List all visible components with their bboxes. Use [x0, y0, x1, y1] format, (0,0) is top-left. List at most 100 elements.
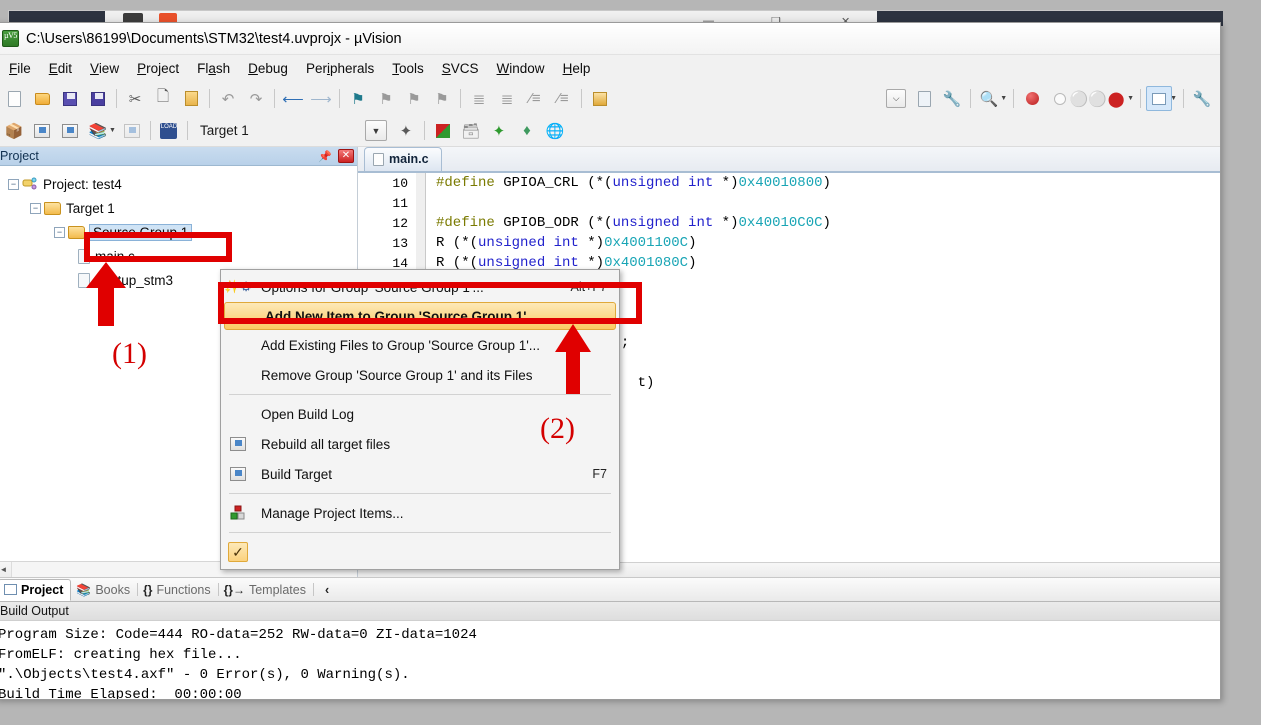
- target-selector[interactable]: Target 1 ▼: [200, 120, 387, 141]
- checkmark-icon: ✓: [225, 542, 251, 562]
- menu-window[interactable]: Window: [488, 58, 554, 79]
- menu-separator: [229, 394, 611, 395]
- line-number: 11: [392, 195, 408, 211]
- scroll-left-icon[interactable]: ◄: [0, 565, 11, 574]
- tab-label: main.c: [389, 152, 429, 166]
- tab-functions[interactable]: {} Functions: [138, 579, 218, 601]
- expander-icon[interactable]: −: [54, 226, 65, 238]
- open-file-icon[interactable]: [29, 86, 55, 111]
- menu-peripherals[interactable]: Peripherals: [297, 58, 383, 79]
- tab-templates[interactable]: {}→ Templates: [219, 579, 313, 601]
- dropdown-icon[interactable]: ⌵: [883, 86, 909, 111]
- tab-separator: [312, 583, 314, 596]
- new-file-icon[interactable]: [1, 86, 27, 111]
- cut-icon[interactable]: ✂: [122, 86, 148, 111]
- annotation-arrow-1: [86, 262, 126, 326]
- software-packs-icon[interactable]: 🌐: [542, 118, 568, 143]
- menu-svcs[interactable]: SVCS: [433, 58, 488, 79]
- tab-main-c[interactable]: main.c: [364, 147, 442, 171]
- menu-item-accel: F7: [592, 467, 607, 481]
- outdent-icon[interactable]: ≣: [494, 86, 520, 111]
- menu-item-label: Open Build Log: [261, 406, 355, 422]
- copy-icon[interactable]: 🗋: [150, 86, 176, 111]
- menu-edit[interactable]: Edit: [40, 58, 81, 79]
- toolbar-separator: [274, 89, 275, 108]
- comment-icon[interactable]: ⁄≡: [522, 86, 548, 111]
- bookmark-toggle-icon[interactable]: ⚑: [345, 86, 371, 111]
- close-icon[interactable]: ✕: [338, 149, 354, 163]
- manage-project-items-icon: [225, 505, 251, 521]
- menu-project[interactable]: Project: [128, 58, 188, 79]
- menu-show-include-file-dependencies[interactable]: ✓: [221, 537, 619, 567]
- navigate-forward-icon[interactable]: ⟶: [308, 86, 334, 111]
- build-output-caption: Build Output: [0, 601, 1220, 621]
- menu-debug[interactable]: Debug: [239, 58, 297, 79]
- bookmark-next-icon[interactable]: ⚑: [401, 86, 427, 111]
- menu-rebuild-all-target-files[interactable]: Rebuild all target files: [221, 429, 619, 459]
- build-output-text[interactable]: Program Size: Code=444 RO-data=252 RW-da…: [0, 621, 1220, 699]
- find-in-files-icon[interactable]: 🔍: [976, 86, 1002, 111]
- target-folder-icon: [44, 201, 61, 215]
- code-line: 12 #define GPIOB_ODR (*(unsigned int *)0x…: [358, 213, 1220, 233]
- tree-node-source-group[interactable]: − Source Group 1: [0, 220, 357, 244]
- titlebar: µV5 C:\Users\86199\Documents\STM32\test4…: [0, 23, 1220, 55]
- manage-runtime-env-icon[interactable]: ♦: [514, 118, 540, 143]
- breakpoint-remove-icon[interactable]: ⬤: [1103, 86, 1129, 111]
- menu-options-for-group[interactable]: ✨⚙ Options for Group 'Source Group 1'...…: [221, 272, 619, 302]
- undo-icon[interactable]: ↶: [215, 86, 241, 111]
- debug-settings-icon[interactable]: 🔧: [939, 86, 965, 111]
- project-panel-caption: Project 📌 ✕: [0, 147, 357, 166]
- breakpoint-icon[interactable]: [1019, 86, 1045, 111]
- build-icon[interactable]: [29, 118, 55, 143]
- save-all-icon[interactable]: [85, 86, 111, 111]
- menu-open-build-log[interactable]: Open Build Log: [221, 399, 619, 429]
- manage-project-items-icon[interactable]: [430, 118, 456, 143]
- menu-file[interactable]: File: [0, 58, 40, 79]
- navigate-back-icon[interactable]: ⟵: [280, 86, 306, 111]
- menu-flash[interactable]: Flash: [188, 58, 239, 79]
- redo-icon[interactable]: ↷: [243, 86, 269, 111]
- paste-icon[interactable]: [178, 86, 204, 111]
- indent-icon[interactable]: ≣: [466, 86, 492, 111]
- pin-icon[interactable]: 📌: [312, 150, 338, 163]
- bookmark-clear-icon[interactable]: ⚑: [429, 86, 455, 111]
- pack-installer-icon[interactable]: ✦: [486, 118, 512, 143]
- uncomment-icon[interactable]: ⁄≡: [550, 86, 576, 111]
- translate-icon[interactable]: 📦: [1, 118, 27, 143]
- tree-node-main-c[interactable]: main.c: [0, 244, 357, 268]
- tab-functions-label: Functions: [156, 582, 211, 597]
- menu-manage-project-items[interactable]: Manage Project Items...: [221, 498, 619, 528]
- stop-build-icon[interactable]: [119, 118, 145, 143]
- insert-file-icon[interactable]: [587, 86, 613, 111]
- expander-icon[interactable]: −: [30, 202, 41, 214]
- rebuild-icon[interactable]: [57, 118, 83, 143]
- tree-node-project[interactable]: − Project: test4: [0, 172, 357, 196]
- menu-view[interactable]: View: [81, 58, 128, 79]
- manage-multi-project-icon[interactable]: 🗃: [458, 118, 484, 143]
- project-window-icon[interactable]: [1146, 86, 1173, 111]
- fold-margin: [416, 193, 426, 213]
- tab-books[interactable]: 📚 Books: [71, 579, 137, 601]
- save-icon[interactable]: [57, 86, 83, 111]
- batch-build-icon[interactable]: 📚: [85, 118, 111, 143]
- breakpoint-kill-all-icon[interactable]: ⚪⚪: [1069, 86, 1106, 111]
- tree-node-target[interactable]: − Target 1: [0, 196, 357, 220]
- download-icon[interactable]: LOAD: [156, 118, 182, 143]
- menubar: File Edit View Project Flash Debug Perip…: [0, 55, 1220, 82]
- menu-help[interactable]: Help: [554, 58, 600, 79]
- tree-label-target: Target 1: [66, 200, 115, 216]
- menu-build-target[interactable]: Build Target F7: [221, 459, 619, 489]
- editor-scroll-left-button[interactable]: ‹: [320, 579, 336, 601]
- file-properties-icon[interactable]: [911, 86, 937, 111]
- code-line: 13 R (*(unsigned int *)0x4001100C): [358, 233, 1220, 253]
- options-for-target-icon[interactable]: ✦: [393, 118, 419, 143]
- target-dropdown-caret-icon[interactable]: ▼: [364, 120, 387, 141]
- tab-project[interactable]: Project: [0, 579, 72, 601]
- menu-item-label: Manage Project Items...: [261, 505, 404, 521]
- menu-tools[interactable]: Tools: [383, 58, 433, 79]
- configuration-wizard-icon[interactable]: 🔧: [1189, 86, 1215, 111]
- bookmark-prev-icon[interactable]: ⚑: [373, 86, 399, 111]
- expander-icon[interactable]: −: [8, 178, 19, 190]
- uvision-main-window: µV5 C:\Users\86199\Documents\STM32\test4…: [0, 22, 1221, 700]
- window-title: C:\Users\86199\Documents\STM32\test4.uvp…: [26, 30, 402, 47]
